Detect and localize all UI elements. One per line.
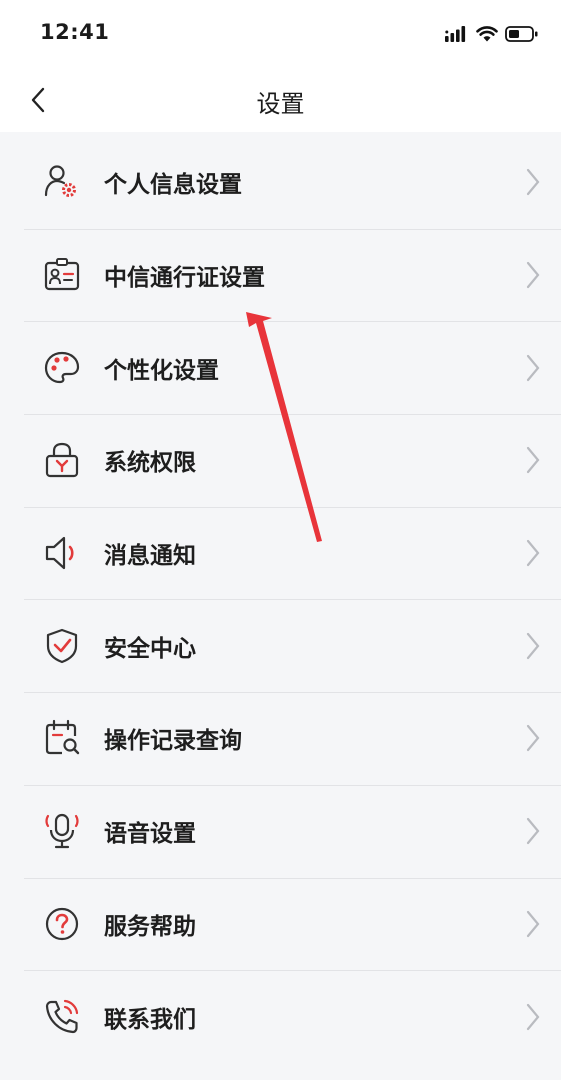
phone-icon xyxy=(45,999,79,1033)
chevron-right-icon xyxy=(526,632,540,659)
menu-item-contact-us[interactable]: 联系我们 xyxy=(0,970,561,1063)
calendar-search-icon xyxy=(45,720,80,755)
top-bar: 12:41 设置 xyxy=(0,0,561,132)
chevron-right-icon xyxy=(526,1003,540,1030)
chevron-right-icon xyxy=(526,910,540,937)
menu-item-label: 联系我们 xyxy=(104,1006,196,1033)
user-gear-icon xyxy=(44,165,76,198)
menu-item-voice-settings[interactable]: 语音设置 xyxy=(0,784,561,878)
menu-item-label: 个人信息设置 xyxy=(104,172,242,199)
chevron-right-icon xyxy=(526,447,540,474)
menu-item-label: 安全中心 xyxy=(104,635,196,662)
menu-item-label: 个性化设置 xyxy=(104,357,219,384)
wifi-icon xyxy=(476,26,498,42)
menu-item-notifications[interactable]: 消息通知 xyxy=(0,506,561,600)
signal-icon xyxy=(445,26,466,42)
menu-item-personalization[interactable]: 个性化设置 xyxy=(0,321,561,414)
lock-icon xyxy=(45,443,79,478)
speaker-icon xyxy=(45,536,74,570)
status-time: 12:41 xyxy=(40,20,110,44)
microphone-icon xyxy=(45,814,79,849)
menu-item-operation-records[interactable]: 操作记录查询 xyxy=(0,692,561,785)
menu-item-security-center[interactable]: 安全中心 xyxy=(0,599,561,692)
menu-item-personal-info[interactable]: 个人信息设置 xyxy=(0,136,561,229)
help-circle-icon xyxy=(45,907,79,940)
chevron-right-icon xyxy=(526,818,540,845)
id-card-icon xyxy=(44,258,80,291)
menu-item-service-help[interactable]: 服务帮助 xyxy=(0,877,561,971)
chevron-right-icon xyxy=(526,725,540,752)
chevron-right-icon xyxy=(526,261,540,289)
menu-item-system-permissions[interactable]: 系统权限 xyxy=(0,414,561,507)
menu-item-label: 消息通知 xyxy=(104,543,196,570)
menu-item-label: 操作记录查询 xyxy=(104,728,242,755)
menu-item-label: 语音设置 xyxy=(104,821,196,848)
chevron-right-icon xyxy=(526,354,540,381)
menu-item-citic-pass[interactable]: 中信通行证设置 xyxy=(0,228,561,322)
chevron-right-icon xyxy=(526,539,540,567)
battery-icon xyxy=(505,26,538,42)
chevron-right-icon xyxy=(526,169,540,196)
menu-item-label: 系统权限 xyxy=(104,450,196,477)
page-title: 设置 xyxy=(256,90,305,118)
settings-list: 个人信息设置 中信通行证设置 个性化设置 系统权限 消息通知 安全中心 操作记录… xyxy=(0,136,561,1063)
menu-item-label: 服务帮助 xyxy=(104,913,196,940)
status-icons xyxy=(445,22,539,46)
shield-check-icon xyxy=(46,628,78,663)
palette-icon xyxy=(44,351,80,383)
menu-item-label: 中信通行证设置 xyxy=(104,265,265,292)
